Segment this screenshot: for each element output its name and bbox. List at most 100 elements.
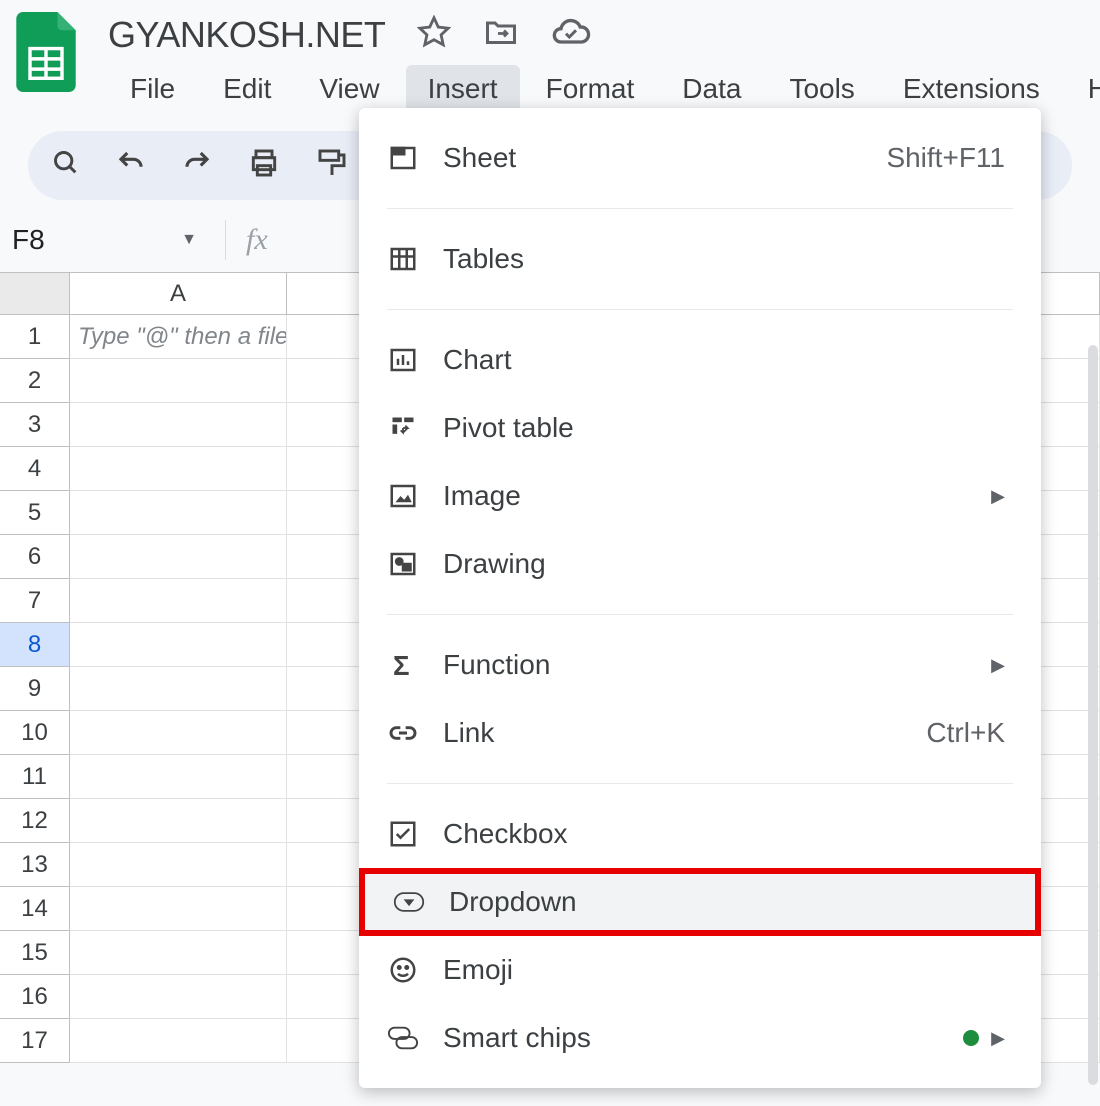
menu-option-link[interactable]: LinkCtrl+K xyxy=(359,699,1041,767)
new-indicator-dot xyxy=(963,1030,979,1046)
cell[interactable] xyxy=(70,843,287,887)
row-header[interactable]: 8 xyxy=(0,623,70,667)
column-header-a[interactable]: A xyxy=(70,273,287,315)
sheets-app-icon[interactable] xyxy=(16,12,76,92)
cell[interactable] xyxy=(70,535,287,579)
row-header[interactable]: 11 xyxy=(0,755,70,799)
pivot-icon xyxy=(387,412,419,444)
row-header[interactable]: 4 xyxy=(0,447,70,491)
cloud-status-icon[interactable] xyxy=(551,12,591,57)
cell[interactable] xyxy=(70,711,287,755)
menu-option-label: Tables xyxy=(443,243,1005,275)
dropdown-arrow-icon[interactable]: ▼ xyxy=(181,231,197,249)
menu-option-chart[interactable]: Chart xyxy=(359,326,1041,394)
menu-extensions[interactable]: Extensions xyxy=(881,65,1062,113)
dropdown-icon xyxy=(393,886,425,918)
paint-format-icon[interactable] xyxy=(316,147,348,184)
cell[interactable] xyxy=(70,975,287,1019)
row-header[interactable]: 16 xyxy=(0,975,70,1019)
sheet-icon xyxy=(387,142,419,174)
row-header[interactable]: 7 xyxy=(0,579,70,623)
cell[interactable] xyxy=(70,755,287,799)
menu-edit[interactable]: Edit xyxy=(201,65,293,113)
row-header[interactable]: 9 xyxy=(0,667,70,711)
row-header[interactable]: 3 xyxy=(0,403,70,447)
cell[interactable] xyxy=(70,623,287,667)
menu-view[interactable]: View xyxy=(297,65,401,113)
cell[interactable] xyxy=(70,887,287,931)
select-all-corner[interactable] xyxy=(0,273,70,315)
row-header[interactable]: 5 xyxy=(0,491,70,535)
row-header[interactable]: 14 xyxy=(0,887,70,931)
emoji-icon xyxy=(387,954,419,986)
menu-option-sheet[interactable]: SheetShift+F11 xyxy=(359,124,1041,192)
star-icon[interactable] xyxy=(417,15,451,54)
menu-format[interactable]: Format xyxy=(524,65,657,113)
fx-icon[interactable]: fx xyxy=(246,223,268,257)
menu-option-image[interactable]: Image▶ xyxy=(359,462,1041,530)
row-header[interactable]: 10 xyxy=(0,711,70,755)
menu-tools[interactable]: Tools xyxy=(767,65,876,113)
menu-option-tables[interactable]: Tables xyxy=(359,225,1041,293)
keyboard-shortcut: Shift+F11 xyxy=(886,142,1005,174)
menu-option-function[interactable]: Σ Function▶ xyxy=(359,631,1041,699)
document-title[interactable]: GYANKOSH.NET xyxy=(108,14,385,56)
menu-option-drawing[interactable]: Drawing xyxy=(359,530,1041,598)
cell[interactable] xyxy=(70,359,287,403)
move-folder-icon[interactable] xyxy=(483,14,519,55)
menu-insert[interactable]: Insert xyxy=(406,65,520,113)
scrollbar-track xyxy=(1086,155,1100,1095)
cell[interactable] xyxy=(70,799,287,843)
menu-option-smart-chips[interactable]: Smart chips▶ xyxy=(359,1004,1041,1072)
menu-option-label: Pivot table xyxy=(443,412,1005,444)
row-header[interactable]: 13 xyxy=(0,843,70,887)
search-icon[interactable] xyxy=(52,149,80,182)
drawing-icon xyxy=(387,548,419,580)
menu-option-pivot-table[interactable]: Pivot table xyxy=(359,394,1041,462)
menu-option-label: Smart chips xyxy=(443,1022,963,1054)
print-icon[interactable] xyxy=(248,147,280,184)
menu-file[interactable]: File xyxy=(108,65,197,113)
smartchips-icon xyxy=(387,1022,419,1054)
scrollbar-thumb[interactable] xyxy=(1088,345,1098,1085)
cell[interactable] xyxy=(70,491,287,535)
row-header[interactable]: 1 xyxy=(0,315,70,359)
row-header[interactable]: 15 xyxy=(0,931,70,975)
menu-option-label: Function xyxy=(443,649,991,681)
insert-dropdown-menu: SheetShift+F11 Tables Chart Pivot table Imag… xyxy=(359,108,1041,1088)
cell[interactable] xyxy=(70,931,287,975)
menu-option-emoji[interactable]: Emoji xyxy=(359,936,1041,1004)
row-header[interactable]: 6 xyxy=(0,535,70,579)
name-box[interactable]: F8 ▼ xyxy=(0,224,205,256)
image-icon xyxy=(387,480,419,512)
cell[interactable] xyxy=(70,1019,287,1063)
cell[interactable] xyxy=(70,403,287,447)
row-header[interactable]: 12 xyxy=(0,799,70,843)
cell[interactable] xyxy=(70,447,287,491)
menu-option-checkbox[interactable]: Checkbox xyxy=(359,800,1041,868)
menu-divider xyxy=(387,309,1013,310)
menu-help[interactable]: Help xyxy=(1066,65,1100,113)
redo-icon[interactable] xyxy=(182,148,212,183)
chart-icon xyxy=(387,344,419,376)
cell-reference: F8 xyxy=(8,224,45,256)
checkbox-icon xyxy=(387,818,419,850)
tables-icon xyxy=(387,243,419,275)
cell[interactable]: Type "@" then a file na xyxy=(70,315,287,359)
function-icon: Σ xyxy=(387,649,419,681)
menu-data[interactable]: Data xyxy=(660,65,763,113)
menu-option-label: Sheet xyxy=(443,142,886,174)
submenu-arrow-icon: ▶ xyxy=(991,655,1005,676)
menu-option-dropdown[interactable]: Dropdown xyxy=(359,868,1041,936)
menu-option-label: Checkbox xyxy=(443,818,1005,850)
menu-option-label: Chart xyxy=(443,344,1005,376)
row-header[interactable]: 2 xyxy=(0,359,70,403)
row-header[interactable]: 17 xyxy=(0,1019,70,1063)
cell[interactable] xyxy=(70,579,287,623)
menu-divider xyxy=(387,783,1013,784)
undo-icon[interactable] xyxy=(116,148,146,183)
cell[interactable] xyxy=(70,667,287,711)
menu-bar: FileEditViewInsertFormatDataToolsExtensi… xyxy=(108,65,1100,113)
menu-option-label: Image xyxy=(443,480,991,512)
menu-option-label: Dropdown xyxy=(449,886,999,918)
